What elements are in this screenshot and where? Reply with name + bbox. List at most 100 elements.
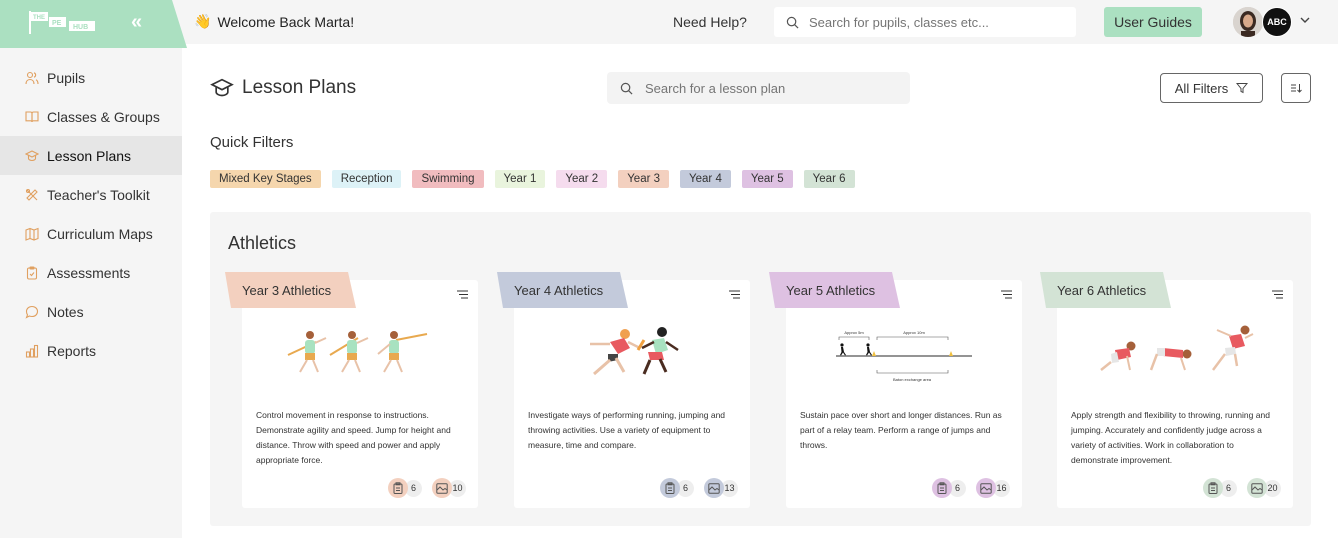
card-title: Year 4 Athletics: [497, 272, 628, 308]
sidebar-item-label: Teacher's Toolkit: [47, 186, 150, 203]
diagram-label-10m: Approx 10m: [903, 330, 925, 335]
lesson-card-year-5[interactable]: Year 5 Athletics Approx 5m Approx 10m Ba…: [769, 272, 1022, 508]
welcome-message: 👋 Welcome Back Marta!: [194, 13, 354, 30]
relay-baton-pass-illustration: [590, 327, 679, 376]
diagram-label-5m: Approx 5m: [844, 330, 864, 335]
lesson-card-year-3[interactable]: Year 3 Athletics Control movement in res…: [225, 272, 478, 508]
card-menu-icon[interactable]: [1001, 290, 1012, 299]
sprint-start-illustration: [1100, 325, 1254, 371]
clipboard-icon: [1208, 482, 1218, 494]
sort-button[interactable]: [1281, 73, 1311, 103]
sidebar-item-notes[interactable]: Notes: [0, 292, 182, 331]
sort-icon: [1291, 84, 1302, 93]
filter-chip-year-3[interactable]: Year 3: [618, 170, 670, 188]
chat-bubble-icon: [25, 305, 39, 319]
card-description: Apply strength and flexibility to throwi…: [1071, 410, 1270, 465]
users-icon: [25, 71, 39, 84]
filter-chip-year-5[interactable]: Year 5: [741, 170, 793, 188]
filter-chip-mixed-key-stages[interactable]: Mixed Key Stages: [210, 170, 321, 188]
waving-hand-icon: 👋: [194, 13, 212, 29]
sidebar-item-teachers-toolkit[interactable]: Teacher's Toolkit: [0, 175, 182, 214]
chevron-down-icon[interactable]: [1299, 14, 1311, 26]
sidebar-item-label: Lesson Plans: [47, 147, 132, 164]
global-search[interactable]: [774, 7, 1076, 37]
lesson-card-year-6[interactable]: Year 6 Athletics Apply strength and flex…: [1040, 272, 1293, 508]
filter-chip-year-4[interactable]: Year 4: [680, 170, 731, 188]
card-description: Investigate ways of performing running, …: [528, 410, 726, 450]
image-icon: [1251, 482, 1263, 494]
search-icon: [786, 16, 799, 28]
image-icon: [436, 482, 448, 494]
javelin-throw-illustration: [287, 331, 428, 373]
card-stats: 6 10: [388, 478, 466, 498]
logo-area: THE PE HUB «: [0, 0, 187, 48]
quick-filters: Mixed Key Stages Reception Swimming Year…: [210, 170, 855, 188]
image-icon: [708, 482, 720, 494]
image-icon: [980, 482, 992, 494]
resources-count[interactable]: 20: [1247, 478, 1281, 498]
lessons-count[interactable]: 6: [932, 478, 966, 498]
filter-chip-year-2[interactable]: Year 2: [556, 170, 608, 188]
svg-text:THE: THE: [33, 15, 45, 21]
filter-chip-year-6[interactable]: Year 6: [803, 170, 855, 188]
resources-count[interactable]: 16: [976, 478, 1010, 498]
sidebar-item-lesson-plans[interactable]: Lesson Plans: [0, 136, 182, 175]
card-stats: 6 16: [932, 478, 1010, 498]
filter-icon: [1236, 83, 1249, 94]
lesson-plan-search-input[interactable]: [645, 80, 895, 96]
map-icon: [25, 227, 39, 241]
school-badge[interactable]: ABC: [1262, 7, 1292, 37]
card-title: Year 6 Athletics: [1040, 272, 1171, 308]
card-stats: 6 13: [660, 478, 738, 498]
clipboard-icon: [393, 482, 403, 494]
all-filters-button[interactable]: All Filters: [1160, 73, 1263, 103]
card-menu-icon[interactable]: [457, 290, 468, 299]
lesson-card-year-4[interactable]: Year 4 Athletics Investigate ways of per…: [497, 272, 750, 508]
bar-chart-icon: [25, 344, 39, 358]
book-icon: [25, 110, 39, 122]
svg-text:HUB: HUB: [73, 24, 88, 31]
sidebar-item-assessments[interactable]: Assessments: [0, 253, 182, 292]
sidebar-item-pupils[interactable]: Pupils: [0, 58, 182, 97]
filter-chip-swimming[interactable]: Swimming: [412, 170, 484, 188]
sidebar-item-label: Reports: [47, 342, 97, 359]
sidebar-item-classes-groups[interactable]: Classes & Groups: [0, 97, 182, 136]
pe-hub-logo[interactable]: THE PE HUB: [27, 9, 99, 35]
sidebar-item-reports[interactable]: Reports: [0, 331, 182, 370]
lessons-count[interactable]: 6: [1203, 478, 1237, 498]
resources-count[interactable]: 10: [432, 478, 466, 498]
card-menu-icon[interactable]: [1272, 290, 1283, 299]
sidebar-item-label: Pupils: [47, 69, 86, 86]
sidebar: Pupils Classes & Groups Lesson Plans Tea…: [0, 48, 182, 538]
lessons-count[interactable]: 6: [388, 478, 422, 498]
need-help-link[interactable]: Need Help?: [673, 14, 747, 30]
main-content: Lesson Plans All Filters Quick Filters M…: [182, 44, 1338, 538]
filter-chip-year-1[interactable]: Year 1: [494, 170, 546, 188]
diagram-label-exchange: Baton exchange area: [893, 377, 932, 382]
card-description: Control movement in response to instruct…: [256, 410, 451, 465]
card-menu-icon[interactable]: [729, 290, 740, 299]
filter-chip-reception[interactable]: Reception: [331, 170, 402, 188]
relay-diagram-illustration: Approx 5m Approx 10m Baton exchange area: [836, 330, 972, 382]
user-avatar[interactable]: [1233, 7, 1263, 37]
lessons-count[interactable]: 6: [660, 478, 694, 498]
user-guides-button[interactable]: User Guides: [1104, 7, 1202, 37]
clipboard-check-icon: [26, 265, 38, 280]
clipboard-icon: [937, 482, 947, 494]
resources-count[interactable]: 13: [704, 478, 738, 498]
section-title: Athletics: [228, 233, 297, 253]
tools-icon: [25, 188, 38, 201]
athletics-section: Athletics Year 3 Athletics Control movem…: [210, 212, 1311, 526]
lesson-plan-search[interactable]: [607, 72, 910, 104]
sidebar-item-label: Assessments: [47, 264, 131, 281]
global-search-input[interactable]: [809, 14, 1059, 30]
page-title-text: Lesson Plans: [242, 77, 357, 98]
sidebar-item-label: Classes & Groups: [47, 108, 160, 125]
sidebar-item-curriculum-maps[interactable]: Curriculum Maps: [0, 214, 182, 253]
sidebar-item-label: Notes: [47, 303, 84, 320]
collapse-sidebar-button[interactable]: «: [131, 11, 142, 34]
sidebar-item-label: Curriculum Maps: [47, 225, 153, 242]
svg-text:PE: PE: [52, 20, 62, 27]
page-title: Lesson Plans: [210, 77, 356, 99]
card-stats: 6 20: [1203, 478, 1281, 498]
